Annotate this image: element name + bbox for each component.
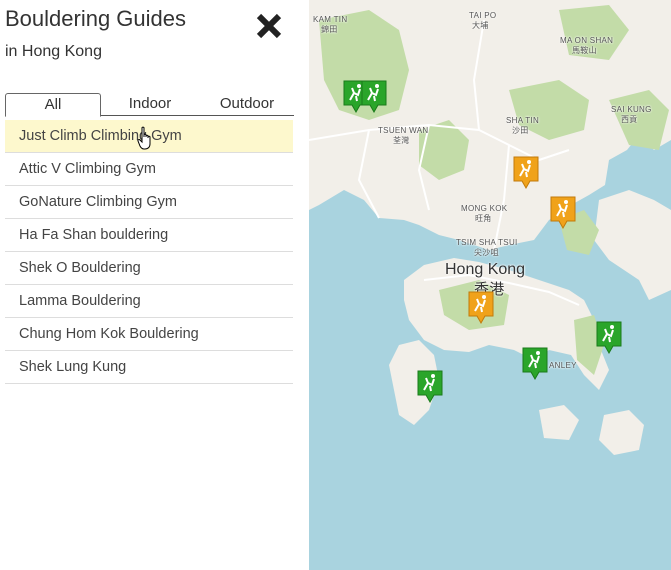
map-label-tai-po: TAI PO xyxy=(469,11,497,20)
map-label-sai-kung: SAI KUNG xyxy=(611,105,652,114)
map-label-mong-kok-cn: 旺角 xyxy=(475,214,492,223)
map-label-hong-kong: Hong Kong xyxy=(445,261,526,278)
outdoor-climbing-marker[interactable] xyxy=(361,80,387,114)
map-label-ma-on-shan: MA ON SHAN xyxy=(560,36,614,45)
map-label-tai-po-cn: 大埔 xyxy=(472,21,489,30)
map-label-tsuen-wan: TSUEN WAN xyxy=(378,126,429,135)
map-label-kam-tin-cn: 錦田 xyxy=(321,25,338,34)
tab-all[interactable]: All xyxy=(5,93,101,117)
outdoor-climbing-marker[interactable] xyxy=(417,370,443,404)
indoor-climbing-marker[interactable] xyxy=(513,156,539,190)
page-title: Bouldering Guides xyxy=(5,6,187,31)
map[interactable]: KAM TIN 錦田 TAI PO 大埔 MA ON SHAN 馬鞍山 SAI … xyxy=(309,0,671,570)
page-subtitle: in Hong Kong xyxy=(5,43,102,60)
list-item-attic-v[interactable]: Attic V Climbing Gym xyxy=(5,153,293,186)
map-label-tsim-sha-tsui-cn: 尖沙咀 xyxy=(474,248,499,257)
tab-outdoor[interactable]: Outdoor xyxy=(200,93,294,116)
guide-list: Just Climb Climbing Gym Attic V Climbing… xyxy=(5,120,293,384)
close-icon[interactable] xyxy=(255,12,283,40)
list-item-shek-o[interactable]: Shek O Bouldering xyxy=(5,252,293,285)
map-label-sai-kung-cn: 西貢 xyxy=(621,115,638,124)
hand-cursor-icon xyxy=(137,126,151,150)
map-label-ma-on-shan-cn: 馬鞍山 xyxy=(572,46,597,55)
filter-tabs: All Indoor Outdoor xyxy=(5,93,294,117)
list-item-chung-hom-kok[interactable]: Chung Hom Kok Bouldering xyxy=(5,318,293,351)
map-label-tsuen-wan-cn: 荃灣 xyxy=(393,136,410,145)
list-item-gonature[interactable]: GoNature Climbing Gym xyxy=(5,186,293,219)
map-label-stanley: ANLEY xyxy=(549,361,577,370)
map-label-sha-tin: SHA TIN xyxy=(506,116,540,125)
map-label-kam-tin: KAM TIN xyxy=(313,15,348,24)
list-item-ha-fa-shan[interactable]: Ha Fa Shan bouldering xyxy=(5,219,293,252)
sidebar: Bouldering Guides in Hong Kong All Indoo… xyxy=(0,0,309,570)
indoor-climbing-marker[interactable] xyxy=(468,291,494,325)
list-item-shek-lung-kung[interactable]: Shek Lung Kung xyxy=(5,351,293,384)
outdoor-climbing-marker[interactable] xyxy=(522,347,548,381)
indoor-climbing-marker[interactable] xyxy=(550,196,576,230)
map-label-mong-kok: MONG KOK xyxy=(461,204,508,213)
list-item-lamma[interactable]: Lamma Bouldering xyxy=(5,285,293,318)
outdoor-climbing-marker[interactable] xyxy=(596,321,622,355)
map-label-sha-tin-cn: 沙田 xyxy=(512,126,529,135)
map-label-tsim-sha-tsui: TSIM SHA TSUI xyxy=(456,238,518,247)
tab-indoor[interactable]: Indoor xyxy=(105,93,195,116)
